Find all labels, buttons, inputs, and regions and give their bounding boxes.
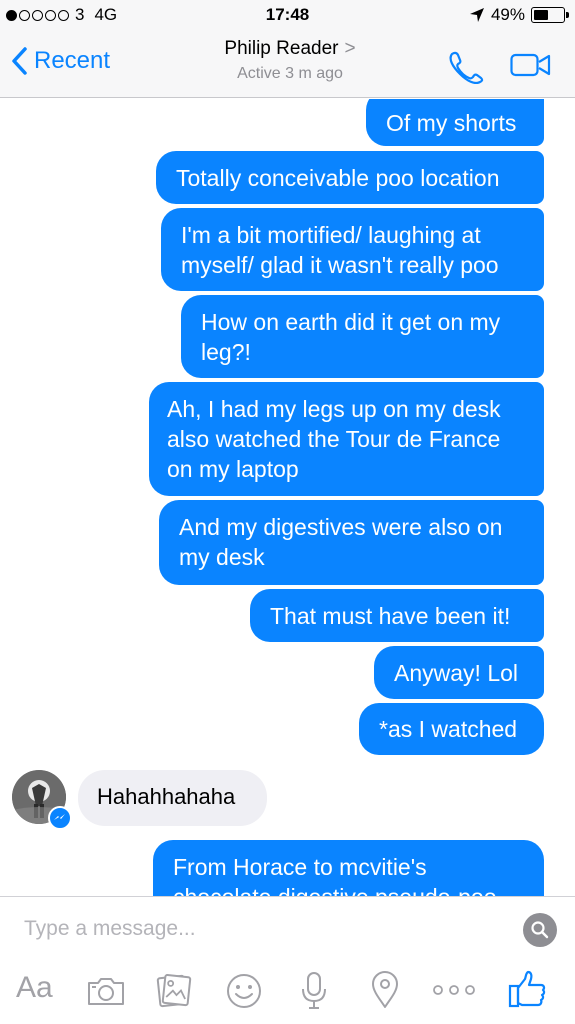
contact-title[interactable]: Philip Reader > Active 3 m ago xyxy=(180,38,400,83)
back-label: Recent xyxy=(34,47,111,74)
message-thread[interactable]: Of my shorts Totally conceivable poo loc… xyxy=(0,99,575,896)
contact-name: Philip Reader xyxy=(224,38,339,59)
sticker-smiley-icon[interactable] xyxy=(226,973,262,1009)
avatar[interactable] xyxy=(12,770,72,830)
chevron-right-icon: > xyxy=(344,38,356,59)
outgoing-message[interactable]: *as I watched xyxy=(359,703,544,755)
message-text-line: From Horace to mcvitie's xyxy=(173,854,427,880)
message-text-line: How on earth did it get on my xyxy=(201,309,501,335)
photo-gallery-icon[interactable] xyxy=(156,971,192,1009)
more-options-icon[interactable] xyxy=(432,984,476,996)
contact-name-row: Philip Reader > xyxy=(180,38,400,60)
composer-toolbar: Aa xyxy=(0,965,575,1015)
status-right: 49% xyxy=(469,5,569,25)
message-input[interactable] xyxy=(24,917,504,941)
outgoing-message[interactable]: I'm a bit mortified/ laughing at myself/… xyxy=(161,208,544,291)
message-text-line: chocolate digestive pseudo-poo xyxy=(173,882,524,896)
thumbs-up-like-icon[interactable] xyxy=(507,969,547,1009)
outgoing-message[interactable]: That must have been it! xyxy=(250,589,544,642)
message-text-line: I'm a bit mortified/ laughing at xyxy=(181,222,481,248)
message-composer: Aa xyxy=(0,896,575,1024)
message-text-line: myself/ glad it wasn't really poo xyxy=(181,252,499,278)
message-text-line: leg?! xyxy=(201,339,251,365)
messenger-badge-icon xyxy=(48,806,72,830)
message-text: Hahahhahaha xyxy=(97,784,236,809)
message-text: *as I watched xyxy=(379,716,518,742)
message-text: Of my shorts xyxy=(386,110,517,136)
search-button[interactable] xyxy=(523,913,557,947)
battery-fill xyxy=(534,10,548,20)
outgoing-message[interactable]: And my digestives were also on my desk xyxy=(159,500,544,585)
location-arrow-icon xyxy=(469,8,484,22)
message-text-line: also watched the Tour de France xyxy=(167,426,501,452)
back-button[interactable]: Recent xyxy=(10,46,110,76)
message-text: Anyway! Lol xyxy=(394,660,519,686)
outgoing-message[interactable]: Ah, I had my legs up on my desk also wat… xyxy=(149,382,544,496)
outgoing-message[interactable]: How on earth did it get on my leg?! xyxy=(181,295,544,378)
video-call-icon[interactable] xyxy=(510,53,552,77)
message-text-line: on my laptop xyxy=(167,456,299,482)
message-text: Totally conceivable poo location xyxy=(176,165,500,191)
camera-icon[interactable] xyxy=(86,975,126,1007)
outgoing-message[interactable]: Of my shorts xyxy=(366,99,544,146)
status-bar: 3 4G 17:48 49% xyxy=(0,0,575,30)
battery-percent: 49% xyxy=(490,5,525,24)
incoming-message[interactable]: Hahahhahaha xyxy=(78,770,267,826)
text-format-button[interactable]: Aa xyxy=(16,971,53,1005)
outgoing-message[interactable]: Totally conceivable poo location xyxy=(156,151,544,204)
outgoing-message[interactable]: Anyway! Lol xyxy=(374,646,544,699)
chevron-left-icon xyxy=(12,47,27,75)
conversation-header: Recent Philip Reader > Active 3 m ago xyxy=(0,30,575,98)
message-text: That must have been it! xyxy=(270,603,511,629)
outgoing-message[interactable]: From Horace to mcvitie's chocolate diges… xyxy=(153,840,544,896)
presence-status: Active 3 m ago xyxy=(237,65,343,82)
location-pin-icon[interactable] xyxy=(369,970,401,1010)
search-icon xyxy=(531,921,549,939)
message-text-line: my desk xyxy=(179,544,265,570)
microphone-icon[interactable] xyxy=(300,971,328,1011)
phone-call-icon[interactable] xyxy=(446,50,484,84)
message-text-line: Ah, I had my legs up on my desk xyxy=(167,396,501,422)
message-text-line: And my digestives were also on xyxy=(179,514,503,540)
battery-icon xyxy=(531,7,569,23)
